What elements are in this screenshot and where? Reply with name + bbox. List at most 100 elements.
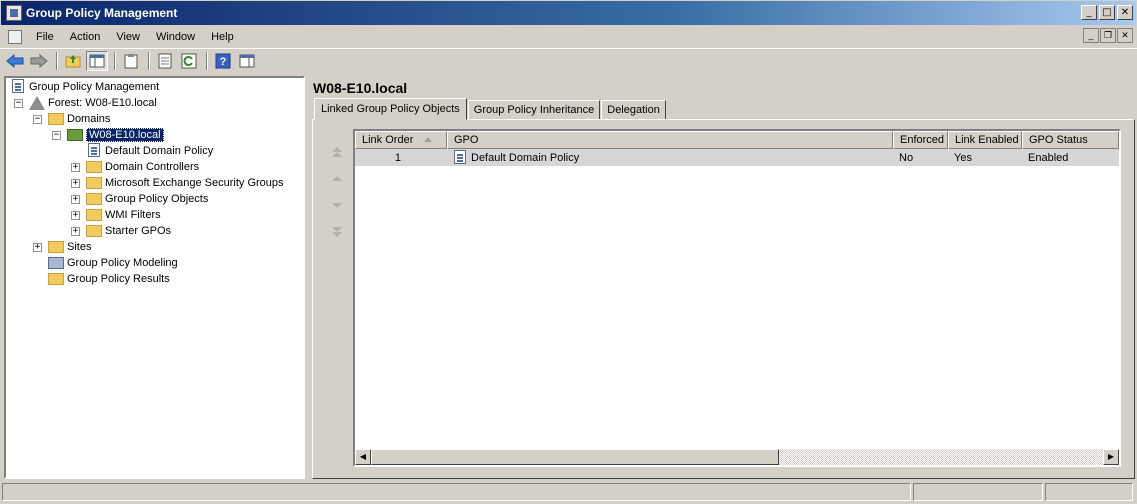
scrollbar-thumb[interactable] [371,449,779,465]
toolbar-separator [148,51,150,70]
horizontal-scrollbar[interactable]: ◀ ▶ [355,449,1119,465]
cell-link-enabled: Yes [954,151,972,164]
minimize-button[interactable]: _ [1081,5,1097,20]
back-arrow-icon [6,53,24,68]
collapse-forest-toggle[interactable]: − [14,99,23,108]
scroll-left-icon[interactable]: ◀ [355,449,371,465]
menu-window[interactable]: Window [148,31,203,43]
expand-sites-toggle[interactable]: + [33,243,42,252]
tree-label: Forest: W08-E10.local [48,97,157,109]
tree-label: Default Domain Policy [105,145,214,157]
column-header-gpo-status[interactable]: GPO Status [1022,131,1119,149]
column-label: Link Enabled [955,134,1019,146]
linked-gpos-tab-body: Link Order GPO Enforced Link Enabled GPO… [312,119,1135,479]
clipboard-icon [124,53,138,68]
ou-folder-icon [86,175,102,191]
ou-folder-icon [86,159,102,175]
move-link-bottom-icon[interactable] [330,225,344,239]
column-header-link-order[interactable]: Link Order [355,131,447,149]
tree-node-default-domain-policy[interactable]: Default Domain Policy [86,143,213,159]
tab-linked-gpos[interactable]: Linked Group Policy Objects [314,98,467,120]
sort-ascending-icon [424,137,432,142]
tree-label: Domain Controllers [105,161,200,173]
console-tree: Group Policy Management − Forest: W08-E1… [4,76,305,479]
refresh-button[interactable] [178,51,200,71]
console-icon [239,54,255,67]
expand-wmi-filters-toggle[interactable]: + [71,211,80,220]
back-button[interactable] [4,51,26,71]
starter-gpo-folder-icon [86,223,102,239]
tree-node-exchange-security-groups[interactable]: Microsoft Exchange Security Groups [86,175,284,191]
menu-action[interactable]: Action [62,31,109,43]
show-hide-action-pane-button[interactable] [236,51,258,71]
show-hide-console-tree-button[interactable] [86,50,108,71]
close-button[interactable]: ✕ [1117,5,1133,20]
toolbar: ? [0,48,1137,72]
toolbar-separator [206,51,208,70]
move-link-down-icon[interactable] [330,198,344,212]
move-link-top-icon[interactable] [330,145,344,159]
collapse-domains-toggle[interactable]: − [33,115,42,124]
child-restore-button[interactable]: ❐ [1100,28,1116,43]
expand-domain-controllers-toggle[interactable]: + [71,163,80,172]
up-folder-icon [65,54,81,67]
tree-node-starter-gpos[interactable]: Starter GPOs [86,223,171,239]
tree-node-forest[interactable]: Forest: W08-E10.local [29,95,157,111]
child-window-controls: _ ❐ ✕ [1083,28,1133,43]
scroll-right-icon[interactable]: ▶ [1103,449,1119,465]
expand-starter-gpos-toggle[interactable]: + [71,227,80,236]
cell-enforced: No [899,151,914,164]
forward-arrow-icon [30,53,48,68]
expand-gpo-toggle[interactable]: + [71,195,80,204]
status-panel-2 [913,483,1043,501]
child-close-button[interactable]: ✕ [1117,28,1133,43]
tree-node-group-policy-results[interactable]: Group Policy Results [48,271,170,287]
collapse-domain-toggle[interactable]: − [52,131,61,140]
up-one-level-button[interactable] [62,51,84,71]
maximize-button[interactable]: □ [1099,5,1115,20]
menu-bar: File Action View Window Help _ ❐ ✕ [0,26,1137,47]
tree-node-domains[interactable]: Domains [48,111,110,127]
status-panel-main [2,483,911,501]
sites-folder-icon [48,239,64,255]
details-title: W08-E10.local [313,80,408,96]
details-pane: W08-E10.local Linked Group Policy Object… [310,76,1137,479]
tree-node-sites[interactable]: Sites [48,239,91,255]
status-bar [0,482,1137,502]
move-link-up-icon[interactable] [330,172,344,186]
tree-node-wmi-filters[interactable]: WMI Filters [86,207,161,223]
expand-exchange-groups-toggle[interactable]: + [71,179,80,188]
cell-gpo: Default Domain Policy [447,149,893,166]
child-minimize-button[interactable]: _ [1083,28,1099,43]
tree-node-domain-w08-e10[interactable]: W08-E10.local [67,127,164,143]
column-header-enforced[interactable]: Enforced [893,131,948,149]
column-header-link-enabled[interactable]: Link Enabled [948,131,1022,149]
tab-gp-inheritance[interactable]: Group Policy Inheritance [467,100,601,120]
column-label: GPO Status [1029,134,1088,146]
table-row[interactable]: 1 Default Domain Policy No Yes Enabled [355,149,1119,166]
console-document-icon[interactable] [8,29,22,44]
scrollbar-track[interactable] [779,449,1103,465]
tree-node-group-policy-modeling[interactable]: Group Policy Modeling [48,255,178,271]
column-header-gpo[interactable]: GPO [447,131,893,149]
tree-node-group-policy-management[interactable]: Group Policy Management [10,79,159,95]
menu-file[interactable]: File [28,31,62,43]
tree-node-group-policy-objects[interactable]: Group Policy Objects [86,191,208,207]
gpmc-app-icon[interactable] [6,5,22,21]
window-title: Group Policy Management [26,6,178,20]
modeling-icon [48,255,64,271]
menu-view[interactable]: View [108,31,148,43]
forward-button[interactable] [28,51,50,71]
gpo-link-icon [86,143,102,159]
copy-button[interactable] [120,51,142,71]
gpo-link-icon [452,149,468,166]
help-button[interactable]: ? [212,51,234,71]
tree-node-domain-controllers[interactable]: Domain Controllers [86,159,199,175]
domains-folder-icon [48,111,64,127]
menu-help[interactable]: Help [203,31,242,43]
toolbar-separator [114,51,116,70]
properties-button[interactable] [154,51,176,71]
tree-label: Group Policy Results [67,273,170,285]
tree-label: Domains [67,113,111,125]
tab-delegation[interactable]: Delegation [601,100,666,120]
